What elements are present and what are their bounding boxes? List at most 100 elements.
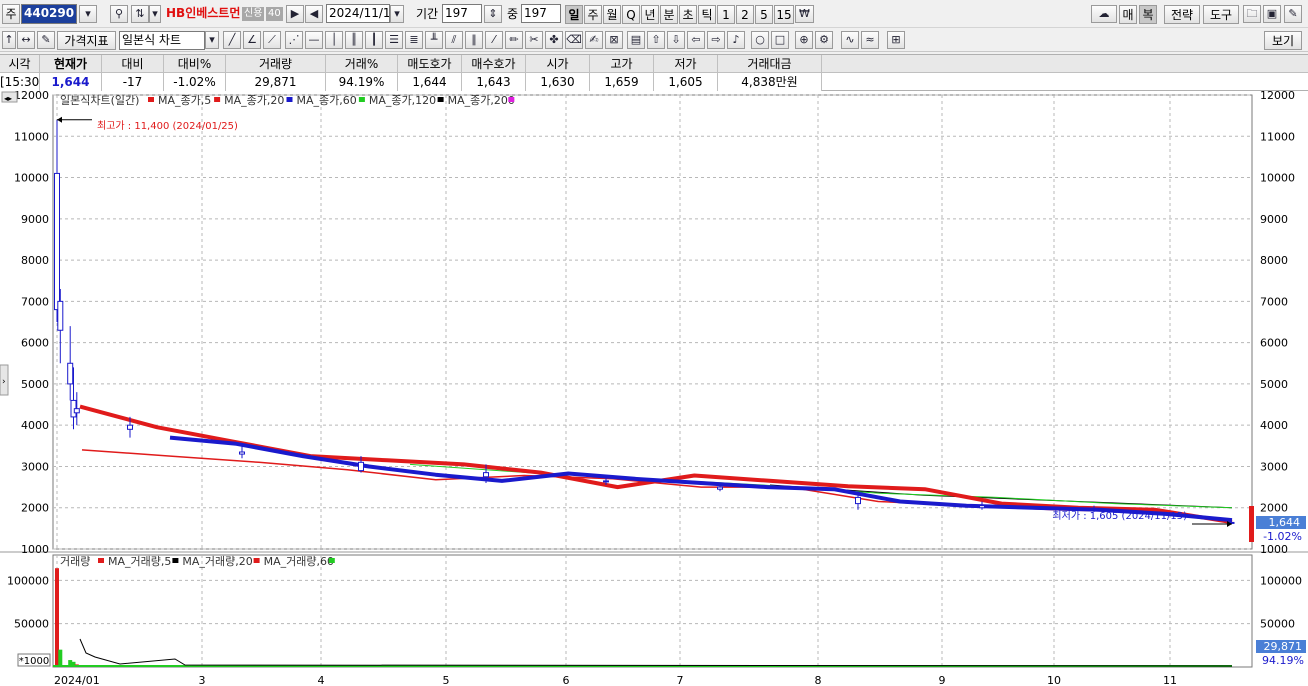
gann-icon[interactable]: ╨ [425,31,443,49]
candle-body [239,451,245,455]
vertical-line-icon[interactable]: │ [325,31,343,49]
volume-tag: 29,871 [1264,640,1303,653]
eraser-icon[interactable]: ⌫ [565,31,583,49]
view-button[interactable]: 보기 [1264,31,1302,50]
legend-label: MA_종가,120 [369,94,436,107]
horizontal-line-icon[interactable]: — [305,31,323,49]
chevron-down-icon[interactable]: ▾ [149,5,161,23]
volume-axis-tick-label-right: 50000 [1260,618,1295,631]
main-toolbar: 주 440290 ▾ ⚲ ⇅ ▾ HB인베스트먼 신용 40 ▶ ◀ 2024/… [0,0,1308,28]
middle-input[interactable]: 197 [521,4,561,23]
tab-timeframe-day[interactable]: 일 [565,5,583,24]
chevron-down-icon[interactable]: ▾ [205,31,219,49]
parallel-line-icon[interactable]: ∥ [465,31,483,49]
tab-timeframe-year[interactable]: 년 [641,5,659,24]
chart-window: 주 440290 ▾ ⚲ ⇅ ▾ HB인베스트먼 신용 40 ▶ ◀ 2024/… [0,0,1308,686]
tab-timeframe-1[interactable]: 1 [717,5,735,24]
volume-axis-tick-label-right: 100000 [1260,574,1302,587]
cloud-icon[interactable]: ☁ [1091,5,1117,23]
save-icon[interactable]: ▣ [1263,5,1281,23]
arrow-down-tool-icon[interactable]: ⇩ [667,31,685,49]
wave-icon[interactable]: ∿ [841,31,859,49]
quote-value-ask-price: 1,644 [398,73,462,91]
tab-timeframe-month[interactable]: 월 [603,5,621,24]
stock-code-input[interactable]: 440290 [21,4,77,24]
trendline-icon[interactable]: ╱ [223,31,241,49]
price-axis-tick-label: 1000 [21,543,49,556]
price-axis-tick-label-right: 1000 [1260,543,1288,556]
x-axis-tick-label: 11 [1163,674,1177,686]
wrench-icon[interactable]: ✎ [1284,5,1302,23]
scroll-arrows-icon[interactable]: ◂▸ [4,94,12,103]
cross-line-icon[interactable]: ║ [345,31,363,49]
scissors-icon[interactable]: ✂ [525,31,543,49]
market-type-button[interactable]: 주 [2,4,20,24]
indicator-menu-button[interactable]: 가격지표 [57,31,116,50]
legend-swatch [98,558,104,563]
edit-icon[interactable]: ✎ [37,31,55,49]
rectangle-tool-icon[interactable]: □ [771,31,789,49]
tab-timeframe-5[interactable]: 5 [755,5,773,24]
open-folder-icon[interactable]: 🗀 [1243,5,1261,23]
multi-button[interactable]: 복 [1139,5,1157,24]
tab-timeframe-minute[interactable]: 분 [660,5,678,24]
period-lines-icon[interactable]: ┃ [365,31,383,49]
sort-icon[interactable]: ⇅ [131,5,149,23]
custom-period-icon[interactable]: ₩ [795,5,814,23]
price-axis-tick-label-right: 2000 [1260,502,1288,515]
stock-name[interactable]: HB인베스트먼 [166,4,240,22]
pencil-icon[interactable]: ✏ [505,31,523,49]
zoom-settings-icon[interactable]: ⚙ [815,31,833,49]
period-input[interactable]: 197 [442,4,482,23]
circle-tool-icon[interactable]: ○ [751,31,769,49]
text-tool-icon[interactable]: ♪ [727,31,745,49]
fibonacci-icon[interactable]: ≣ [405,31,423,49]
back-icon[interactable]: ◀ [305,5,323,23]
strategy-button[interactable]: 전략 [1164,5,1200,24]
arrow-left-tool-icon[interactable]: ⇦ [687,31,705,49]
tab-timeframe-tick[interactable]: 틱 [698,5,716,24]
price-axis-tick-label-right: 6000 [1260,337,1288,350]
search-icon[interactable]: ⚲ [110,5,128,23]
settings-grid-icon[interactable]: ⊞ [887,31,905,49]
box-tool-icon[interactable]: ⊠ [605,31,623,49]
calendar-dropdown-icon[interactable]: ▾ [390,5,404,23]
date-input[interactable]: 2024/11/15 [326,4,390,23]
regression-icon[interactable]: ⁄ [485,31,503,49]
x-axis-tick-label: 9 [939,674,946,686]
volume-panel [52,554,1253,668]
arrow-right-tool-icon[interactable]: ⇨ [707,31,725,49]
zoom-in-icon[interactable]: ⊕ [795,31,813,49]
trade-button[interactable]: 매 [1119,5,1137,24]
wave-alt-icon[interactable]: ≈ [861,31,879,49]
ray-line-icon[interactable]: ⟋ [263,31,281,49]
color-tool-icon[interactable]: ✤ [545,31,563,49]
quote-header-bid-price: 매수호가 [462,55,526,73]
chevron-right-icon[interactable]: › [2,377,6,387]
chevron-down-icon[interactable]: ▾ [79,5,97,23]
price-axis-tick-label-right: 3000 [1260,460,1288,473]
tab-timeframe-2[interactable]: 2 [736,5,754,24]
channel-icon[interactable]: ⫽ [445,31,463,49]
up-arrow-icon[interactable]: ↑ [2,31,16,49]
arrow-up-tool-icon[interactable]: ⇧ [647,31,665,49]
memo-icon[interactable]: ✍ [585,31,603,49]
zoom-toggle-icon[interactable]: ⇕ [484,5,502,23]
price-axis-tick-label: 3000 [21,460,49,473]
tools-button[interactable]: 도구 [1203,5,1239,24]
image-tool-icon[interactable]: ▤ [627,31,645,49]
chart-type-select[interactable]: 일본식 차트 [119,31,205,50]
tab-timeframe-week[interactable]: 주 [584,5,602,24]
angle-line-icon[interactable]: ∠ [243,31,261,49]
quote-header-trade-amount: 거래대금 [718,55,822,73]
play-icon[interactable]: ▶ [286,5,304,23]
period-label: 기간 [416,7,439,21]
high-annotation: 최고가 : 11,400 (2024/01/25) [97,120,238,132]
tab-timeframe-15[interactable]: 15 [774,5,794,24]
tab-timeframe-quarter[interactable]: Q [622,5,640,24]
quote-header-volume: 거래량 [226,55,326,73]
fan-line-icon[interactable]: ⋰ [285,31,303,49]
tab-timeframe-second[interactable]: 초 [679,5,697,24]
horizontal-arrows-icon[interactable]: ↔ [17,31,35,49]
grid-lines-icon[interactable]: ☰ [385,31,403,49]
